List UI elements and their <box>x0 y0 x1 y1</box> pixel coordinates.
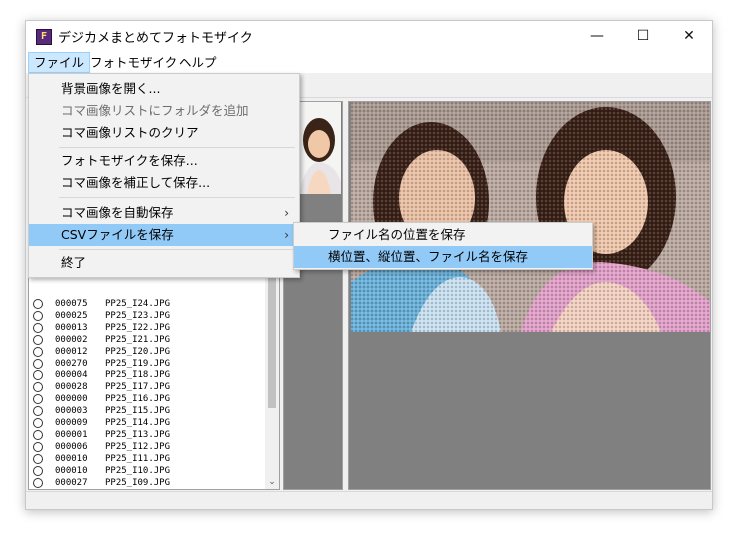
menu-item-label: コマ画像を自動保存 <box>61 205 174 220</box>
submenu-save-xy-filename[interactable]: 横位置、縦位置、ファイル名を保存 <box>294 246 592 268</box>
list-item-number: 000003 <box>55 406 88 417</box>
title-bar[interactable]: F デジカメまとめてフォトモザイク — ☐ ✕ <box>26 21 712 52</box>
radio-button[interactable] <box>33 394 43 405</box>
menu-separator <box>59 249 295 250</box>
list-item-number: 000270 <box>55 358 88 369</box>
list-item-number: 000009 <box>55 418 88 428</box>
menu-item-label: 横位置、縦位置、ファイル名を保存 <box>328 249 529 264</box>
list-item-filename: PP25_I22.JPG <box>105 322 171 333</box>
list-item-filename: PP25_I18.JPG <box>105 370 171 381</box>
list-item-filename: PP25_I15.JPG <box>105 406 171 417</box>
scroll-down-icon[interactable]: ⌄ <box>265 475 279 489</box>
menu-help[interactable]: ヘルプ <box>174 52 222 73</box>
radio-button[interactable] <box>33 418 43 428</box>
status-bar <box>26 491 712 509</box>
menu-save-csv[interactable]: CSVファイルを保存 › <box>29 224 299 246</box>
list-item-number: 000028 <box>55 382 88 393</box>
radio-button[interactable] <box>33 334 43 345</box>
chevron-right-icon: › <box>284 206 289 220</box>
menu-correct-save[interactable]: コマ画像を補正して保存... <box>29 172 299 194</box>
file-menu-dropdown: 背景画像を開く... コマ画像リストにフォルダを追加 コマ画像リストのクリア フ… <box>28 73 300 278</box>
radio-button[interactable] <box>33 299 43 309</box>
maximize-button[interactable]: ☐ <box>620 21 666 52</box>
menu-open-background[interactable]: 背景画像を開く... <box>29 78 299 100</box>
list-item-filename: PP25_I12.JPG <box>105 441 171 452</box>
radio-button[interactable] <box>33 441 43 452</box>
list-item-number: 000002 <box>55 334 88 345</box>
list-item-number: 000000 <box>55 394 88 405</box>
radio-button[interactable] <box>33 370 43 381</box>
menu-item-label: コマ画像を補正して保存... <box>61 175 211 190</box>
menu-photomosaic[interactable]: フォトモザイク <box>85 52 182 73</box>
menu-item-label: コマ画像リストにフォルダを追加 <box>61 103 249 118</box>
list-item-filename: PP25_I13.JPG <box>105 429 171 440</box>
list-item-number: 000012 <box>55 346 88 357</box>
list-item-number: 000006 <box>55 441 88 452</box>
menu-item-label: 終了 <box>61 255 87 270</box>
window-title: デジカメまとめてフォトモザイク <box>58 31 253 46</box>
list-item-number: 000010 <box>55 453 88 464</box>
radio-button[interactable] <box>33 477 43 488</box>
menu-item-label: CSVファイルを保存 <box>61 227 174 242</box>
list-item-filename: PP25_I17.JPG <box>105 382 171 393</box>
radio-button[interactable] <box>33 429 43 440</box>
radio-button[interactable] <box>33 322 43 333</box>
menu-separator <box>59 147 295 148</box>
list-item-filename: PP25_I10.JPG <box>105 465 171 476</box>
menu-item-label: コマ画像リストのクリア <box>61 125 199 140</box>
menu-item-label: 背景画像を開く... <box>61 81 161 96</box>
radio-button[interactable] <box>33 358 43 369</box>
list-item-filename: PP25_I21.JPG <box>105 334 171 345</box>
list-item-filename: PP25_I11.JPG <box>105 453 171 464</box>
list-item-number: 000027 <box>55 477 88 488</box>
list-item-filename: PP25_I20.JPG <box>105 346 171 357</box>
list-item-number: 000075 <box>55 299 88 309</box>
list-item-filename: PP25_I08.JPG <box>105 488 170 489</box>
mosaic-image <box>351 102 710 332</box>
list-item-number: 000025 <box>55 310 88 321</box>
photomosaic-canvas <box>351 102 710 332</box>
list-item-number: 000010 <box>55 465 88 476</box>
menu-item-label: ファイル名の位置を保存 <box>328 227 466 242</box>
list-item-filename: PP25_I16.JPG <box>105 394 171 405</box>
radio-button[interactable] <box>33 382 43 393</box>
menu-auto-save[interactable]: コマ画像を自動保存 › <box>29 202 299 224</box>
list-item-filename: PP25_I19.JPG <box>105 358 171 369</box>
radio-button[interactable] <box>33 465 43 476</box>
menu-bar: ファイル フォトモザイク ヘルプ <box>26 52 712 73</box>
radio-button[interactable] <box>33 489 43 490</box>
list-item-number: 001152 <box>55 488 88 489</box>
app-icon[interactable]: F <box>36 29 52 45</box>
minimize-button[interactable]: — <box>574 21 620 52</box>
close-button[interactable]: ✕ <box>666 21 712 52</box>
mosaic-panel <box>348 101 711 490</box>
menu-save-mosaic[interactable]: フォトモザイクを保存... <box>29 150 299 172</box>
radio-button[interactable] <box>33 406 43 417</box>
radio-button[interactable] <box>33 346 43 357</box>
radio-button[interactable] <box>33 310 43 321</box>
menu-item-label: フォトモザイクを保存... <box>61 153 198 168</box>
csv-submenu: ファイル名の位置を保存 横位置、縦位置、ファイル名を保存 <box>293 222 593 270</box>
list-item-filename: PP25_I23.JPG <box>105 310 171 321</box>
list-item-number: 000004 <box>55 370 88 381</box>
menu-exit[interactable]: 終了 <box>29 252 299 274</box>
menu-separator <box>59 197 295 198</box>
list-item-filename: PP25_I24.JPG <box>105 299 171 309</box>
menu-file[interactable]: ファイル <box>28 52 91 73</box>
menu-add-folder: コマ画像リストにフォルダを追加 <box>29 100 299 122</box>
menu-clear-list[interactable]: コマ画像リストのクリア <box>29 122 299 144</box>
list-item-number: 000001 <box>55 429 88 440</box>
chevron-right-icon: › <box>284 228 289 242</box>
list-item-number: 000013 <box>55 322 88 333</box>
radio-button[interactable] <box>33 453 43 464</box>
list-item-filename: PP25_I14.JPG <box>105 418 171 428</box>
list-item-filename: PP25_I09.JPG <box>105 477 171 488</box>
submenu-save-filename-positions[interactable]: ファイル名の位置を保存 <box>294 224 592 246</box>
